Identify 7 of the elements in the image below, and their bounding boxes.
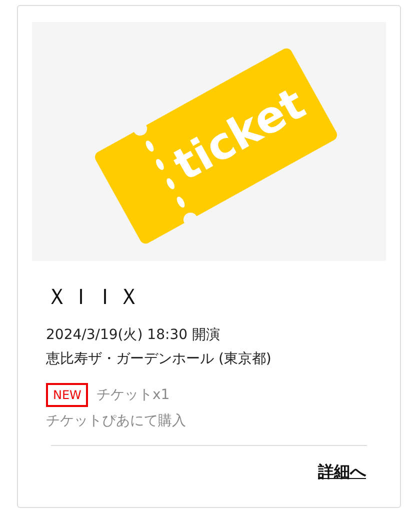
event-date: 2024/3/19(火) 18:30 開演 [46, 326, 221, 345]
ticket-count: チケットx1 [96, 386, 170, 404]
event-title: ＸＩＩＸ [46, 284, 143, 312]
details-link[interactable]: 詳細へ [318, 460, 366, 484]
purchase-source: チケットぴあにて購入 [46, 412, 187, 431]
event-venue: 恵比寿ザ・ガーデンホール (東京都) [46, 350, 272, 369]
new-badge: NEW [46, 383, 88, 407]
